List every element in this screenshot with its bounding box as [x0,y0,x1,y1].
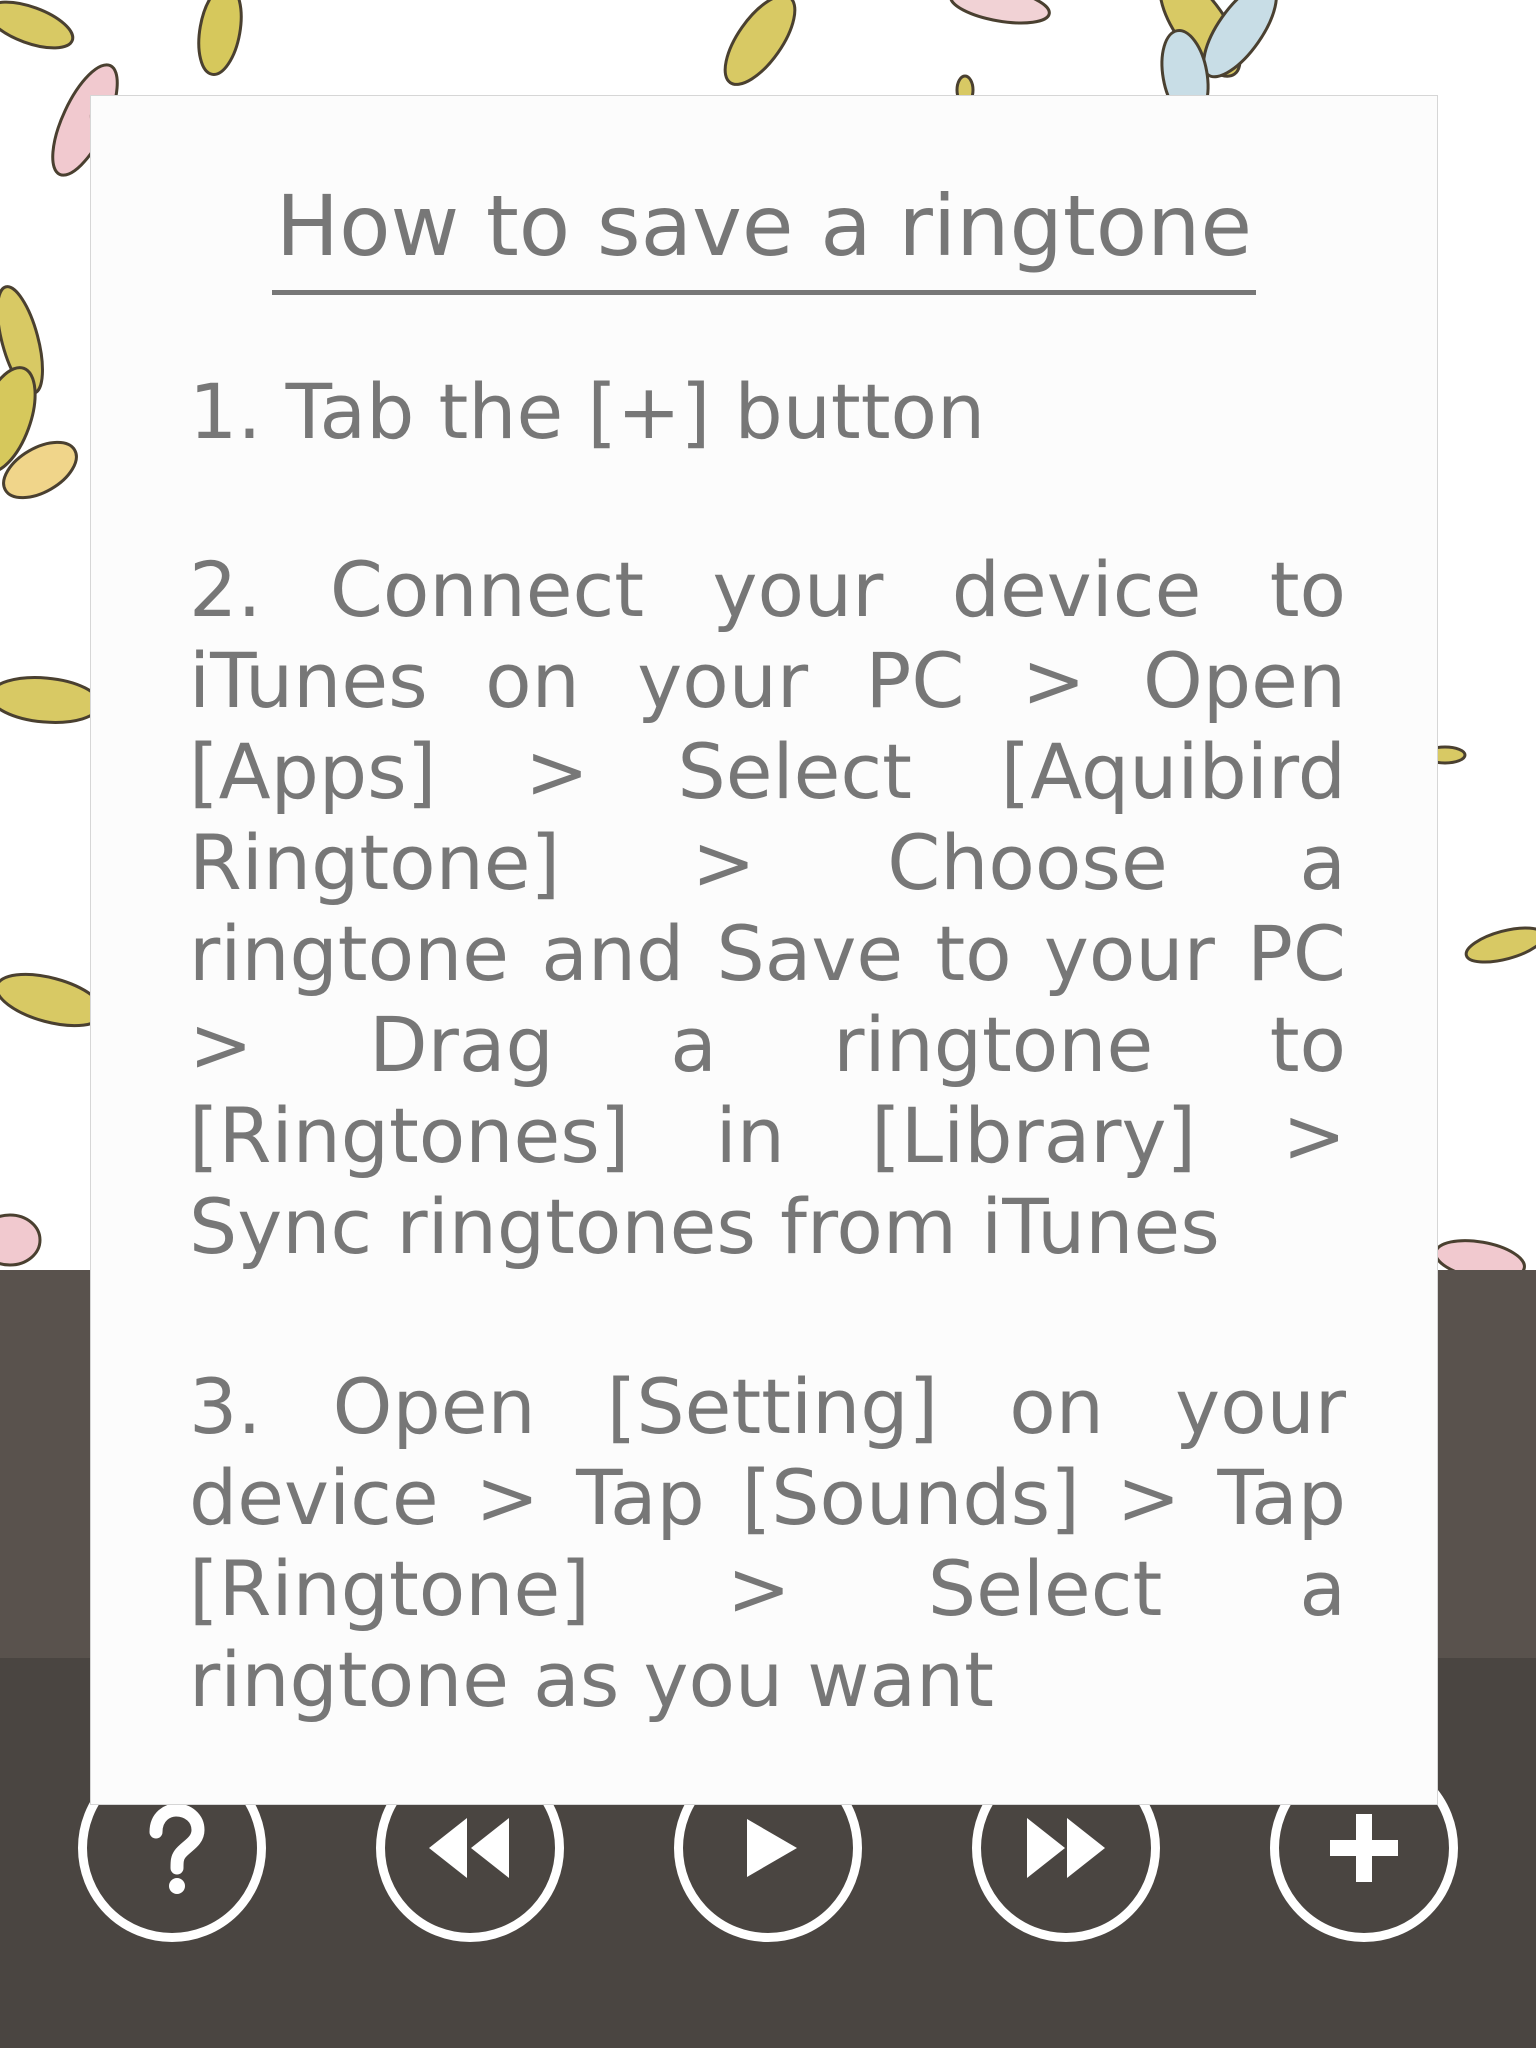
app-screen: How to save a ringtone 1. Tab the [+] bu… [0,0,1536,2048]
dialog-title-text: How to save a ringtone [271,176,1257,295]
rewind-icon [429,1818,509,1878]
question-mark-icon [149,1803,205,1894]
instruction-step-1: 1. Tab the [+] button [189,367,986,456]
plus-icon [1330,1814,1398,1882]
instruction-step-2: 2. Connect your device to iTunes on your… [189,545,1346,1271]
instruction-step-3: 3. Open [Setting] on your device > Tap [… [189,1362,1346,1724]
dialog-title: How to save a ringtone [91,176,1437,295]
how-to-dialog: How to save a ringtone 1. Tab the [+] bu… [90,95,1438,1805]
fast-forward-icon [1027,1818,1105,1878]
play-icon [747,1819,797,1877]
